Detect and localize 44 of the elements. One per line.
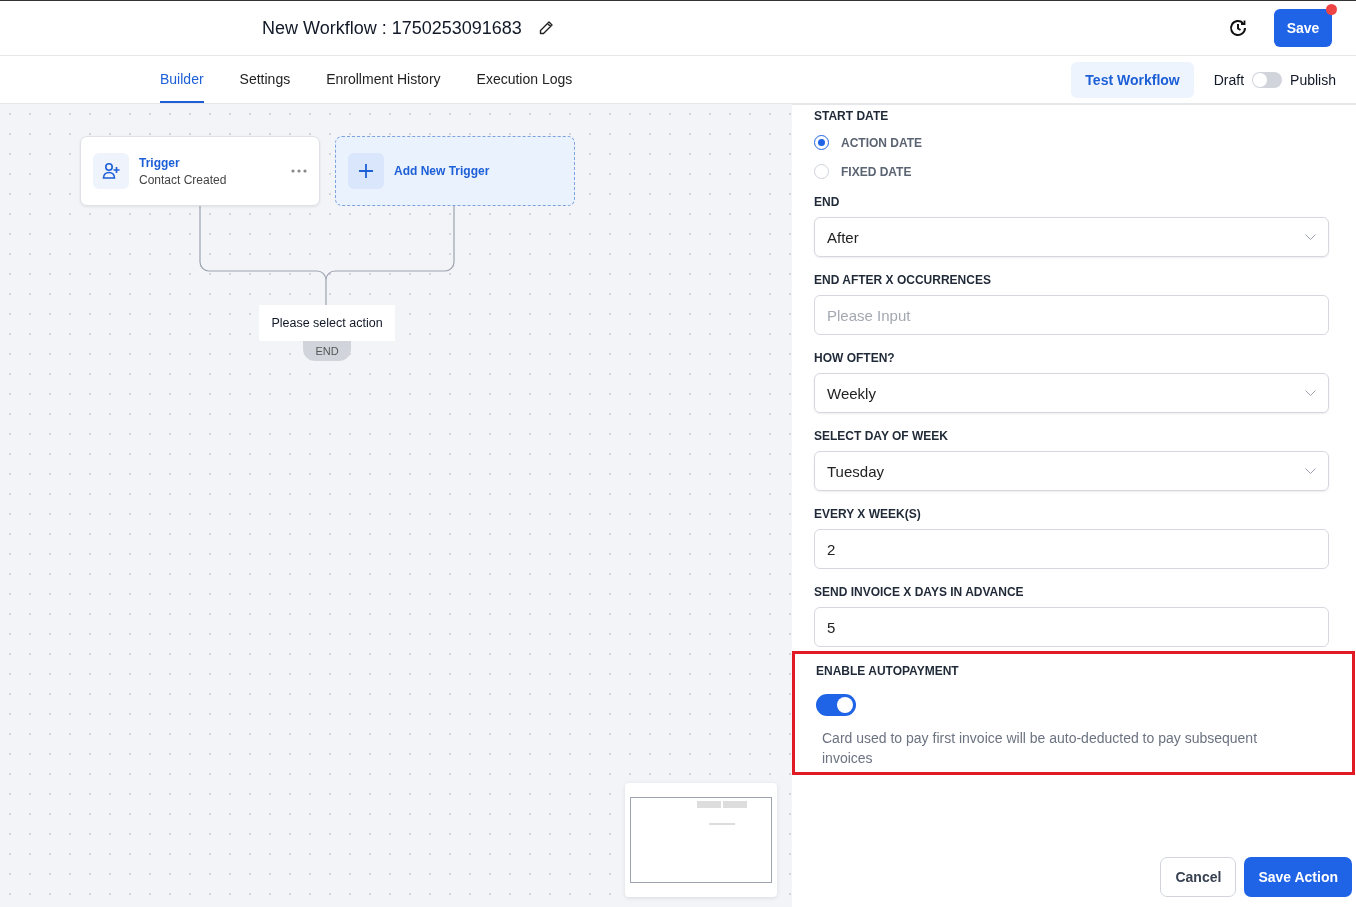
user-plus-icon — [101, 161, 121, 181]
tab[interactable]: Settings — [239, 56, 291, 103]
add-trigger-label: Add New Trigger — [394, 164, 490, 178]
action-placeholder[interactable]: Please select action — [259, 305, 395, 341]
input-field[interactable]: 5 — [814, 607, 1329, 647]
draft-label: Draft — [1213, 71, 1245, 88]
add-trigger-card[interactable]: Add New Trigger — [335, 136, 575, 206]
tab[interactable]: Execution Logs — [476, 56, 573, 103]
select-field[interactable]: Tuesday — [814, 451, 1329, 491]
field-label: ENABLE AUTOPAYMENT — [816, 664, 960, 678]
select-field[interactable]: Weekly — [814, 373, 1329, 413]
workflow-title: New Workflow : 1750253091683 — [262, 17, 522, 39]
field-label: START DATE — [814, 109, 890, 123]
more-icon[interactable] — [291, 169, 307, 173]
radio-label: FIXED DATE — [841, 164, 912, 179]
field-label: END AFTER X OCCURRENCES — [814, 273, 992, 287]
field-label: HOW OFTEN? — [814, 351, 896, 365]
end-marker: END — [303, 341, 351, 361]
field-label: SEND INVOICE X DAYS IN ADVANCE — [814, 585, 1025, 599]
chevron-down-icon — [1305, 390, 1316, 396]
trigger-subtitle: Contact Created — [139, 172, 228, 187]
field-label: SELECT DAY OF WEEK — [814, 429, 950, 443]
publish-toggle[interactable] — [1252, 71, 1283, 88]
test-workflow-button[interactable]: Test Workflow — [1071, 61, 1194, 98]
chevron-down-icon — [1305, 234, 1316, 240]
plus-icon — [359, 164, 373, 178]
autopayment-toggle[interactable] — [816, 694, 856, 716]
help-text: Card used to pay first invoice will be auto-deducted to pay subsequent invoices — [822, 729, 1259, 768]
select-field[interactable]: After — [814, 217, 1329, 257]
publish-label: Publish — [1290, 71, 1336, 88]
save-action-button[interactable]: Save Action — [1244, 857, 1352, 897]
input-field[interactable]: 2 — [814, 529, 1329, 569]
edit-icon[interactable] — [537, 20, 554, 36]
history-icon[interactable] — [1228, 18, 1248, 38]
cancel-button[interactable]: Cancel — [1160, 857, 1237, 897]
radio-label: ACTION DATE — [841, 135, 923, 150]
tab[interactable]: Enrollment History — [326, 56, 441, 103]
field-label: END — [814, 195, 841, 209]
trigger-card[interactable]: Trigger Contact Created — [80, 136, 320, 206]
save-button[interactable]: Save — [1274, 9, 1332, 47]
trigger-title: Trigger — [139, 155, 181, 170]
input-field[interactable]: Please Input — [814, 295, 1329, 335]
field-label: EVERY X WEEK(S) — [814, 507, 922, 521]
chevron-down-icon — [1305, 468, 1316, 474]
